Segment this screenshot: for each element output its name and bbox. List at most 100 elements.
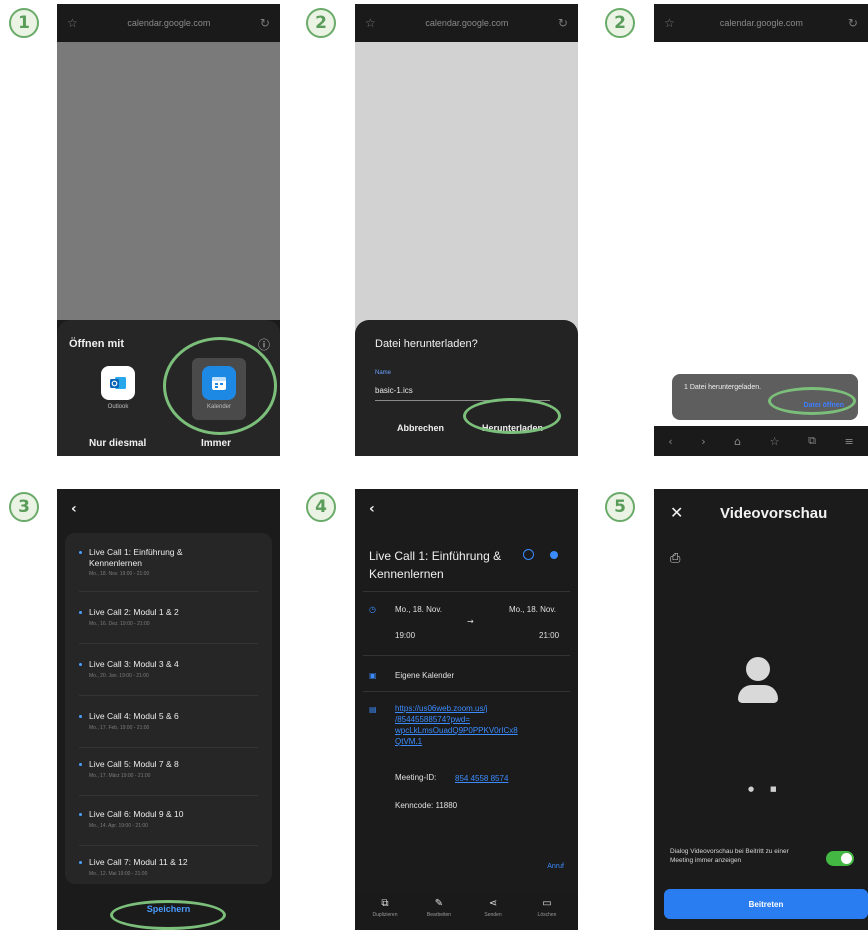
- forward-icon[interactable]: ›: [701, 435, 705, 448]
- filename-label: Name: [375, 370, 392, 376]
- divider: [79, 695, 258, 696]
- toast-message: 1 Datei heruntergeladen.: [684, 384, 762, 391]
- event-date: Mo., 17. Feb. 19:00 - 21:00: [89, 725, 150, 731]
- web-viewport: [57, 42, 280, 320]
- bullet-icon: [79, 551, 82, 554]
- avatar-body: [738, 685, 778, 703]
- event-title: Live Call 1: Einführung & Kennenlernen: [369, 549, 502, 581]
- list-item[interactable]: Live Call 6: Modul 9 & 10 Mo., 14. Apr. …: [79, 809, 258, 853]
- back-icon[interactable]: ‹: [369, 501, 375, 517]
- meeting-id-label: Meeting-ID:: [395, 773, 437, 782]
- close-icon[interactable]: ✕: [670, 503, 683, 522]
- step-badge-5: 5: [605, 492, 635, 522]
- color-dot-icon: [550, 551, 558, 559]
- highlight-open-file: [768, 387, 856, 415]
- reload-icon[interactable]: ↻: [260, 16, 270, 30]
- meeting-link[interactable]: https://us06web.zoom.us/j /85445588574?p…: [395, 703, 518, 747]
- bullet-icon: [79, 611, 82, 614]
- list-item[interactable]: Live Call 4: Modul 5 & 6 Mo., 17. Feb. 1…: [79, 711, 258, 755]
- start-time: 19:00: [395, 631, 416, 640]
- bullet-icon: [79, 663, 82, 666]
- event-date: Mo., 20. Jan. 19:00 - 21:00: [89, 673, 149, 679]
- list-item[interactable]: Live Call 2: Modul 1 & 2 Mo., 16. Dez. 1…: [79, 607, 258, 651]
- back-icon[interactable]: ‹: [71, 501, 77, 517]
- home-icon[interactable]: ⌂: [734, 435, 741, 448]
- bookmark-icon[interactable]: ☆: [770, 435, 780, 448]
- filename-field[interactable]: basic-1.ics: [375, 386, 413, 395]
- event-title: Live Call 4: Modul 5 & 6: [89, 711, 179, 721]
- event-title: Live Call 3: Modul 3 & 4: [89, 659, 179, 669]
- delete-label: Löschen: [537, 912, 557, 918]
- video-icon[interactable]: ■: [770, 785, 777, 793]
- url-text[interactable]: calendar.google.com: [720, 18, 803, 28]
- menu-icon[interactable]: ≡: [844, 435, 853, 448]
- tabs-icon[interactable]: ⧉: [808, 434, 816, 448]
- phone-event-list: ‹ Live Call 1: Einführung & Kennenlernen…: [57, 489, 280, 930]
- event-list: Live Call 1: Einführung & Kennenlernen M…: [65, 533, 272, 884]
- star-icon[interactable]: ☆: [365, 16, 376, 30]
- browser-bar: ☆ calendar.google.com ↻: [355, 4, 578, 42]
- outlook-app-button[interactable]: [101, 366, 135, 400]
- meeting-link-line: wpcLkLmsOuadQ9P0PPKV0rICx8: [395, 726, 518, 735]
- delete-button[interactable]: ▭ Löschen: [525, 898, 569, 918]
- divider: [79, 795, 258, 796]
- phone-download-dialog: ☆ calendar.google.com ↻ Datei herunterla…: [355, 4, 578, 456]
- browser-bar: ☆ calendar.google.com ↻: [654, 4, 868, 42]
- reload-icon[interactable]: ↻: [848, 16, 858, 30]
- calendar-icon: ▣: [369, 671, 377, 680]
- step-badge-4: 4: [306, 492, 336, 522]
- outlook-icon: [110, 377, 126, 389]
- cancel-button[interactable]: Abbrechen: [397, 423, 444, 433]
- share-button[interactable]: ⋖ Senden: [471, 898, 515, 918]
- highlight-save: [110, 900, 226, 930]
- always-button[interactable]: Immer: [201, 438, 231, 449]
- event-date: Mo., 16. Dez. 19:00 - 21:00: [89, 621, 150, 627]
- camera-switch-icon[interactable]: ⎙: [670, 551, 680, 566]
- share-icon: ⋖: [488, 898, 498, 909]
- join-button[interactable]: Beitreten: [664, 889, 868, 919]
- star-icon[interactable]: ☆: [664, 16, 675, 30]
- divider: [79, 591, 258, 592]
- mic-icon[interactable]: ●: [748, 785, 754, 793]
- meeting-link-line: https://us06web.zoom.us/j: [395, 704, 488, 713]
- clock-icon: ◷: [369, 605, 376, 614]
- list-item[interactable]: Live Call 1: Einführung & Kennenlernen M…: [79, 547, 258, 592]
- bullet-icon: [79, 813, 82, 816]
- meeting-id-link[interactable]: 854 4558 8574: [455, 773, 508, 784]
- preview-toggle-label: Dialog Videovorschau bei Beitritt zu ein…: [670, 848, 789, 864]
- toggle-knob: [841, 853, 852, 864]
- divider: [79, 643, 258, 644]
- just-once-button[interactable]: Nur diesmal: [89, 438, 146, 449]
- share-label: Senden: [484, 912, 502, 918]
- url-text[interactable]: calendar.google.com: [425, 18, 508, 28]
- list-item[interactable]: Live Call 3: Modul 3 & 4 Mo., 20. Jan. 1…: [79, 659, 258, 703]
- action-bar: ⧉ Duplizieren ✎ Bearbeiten ⋖ Senden ▭ Lösche…: [355, 892, 578, 930]
- url-text[interactable]: calendar.google.com: [127, 18, 210, 28]
- phone-event-detail: ‹ Live Call 1: Einführung & Kennenlernen…: [355, 489, 578, 930]
- pencil-icon: ✎: [434, 898, 444, 909]
- edit-label: Bearbeiten: [426, 912, 452, 918]
- call-button[interactable]: Anruf: [547, 863, 564, 870]
- duplicate-button[interactable]: ⧉ Duplizieren: [363, 898, 407, 918]
- back-icon[interactable]: ‹: [668, 435, 672, 448]
- page-title: Videovorschau: [720, 505, 828, 522]
- web-viewport: [654, 42, 868, 426]
- list-item[interactable]: Live Call 5: Modul 7 & 8 Mo., 17. März 1…: [79, 759, 258, 803]
- edit-button[interactable]: ✎ Bearbeiten: [417, 898, 461, 918]
- event-date: Mo., 14. Apr. 19:00 - 21:00: [89, 823, 148, 829]
- star-icon[interactable]: ☆: [67, 16, 78, 30]
- reload-icon[interactable]: ↻: [558, 16, 568, 30]
- event-date: Mo., 18. Nov. 19:00 - 21:00: [89, 571, 150, 577]
- color-ring-icon[interactable]: [523, 549, 534, 560]
- avatar: [746, 657, 770, 681]
- list-item[interactable]: Live Call 7: Modul 11 & 12 Mo., 12. Mai …: [79, 857, 258, 887]
- dialog-title: Datei herunterladen?: [375, 338, 478, 350]
- preview-toggle[interactable]: [826, 851, 854, 866]
- step-badge-1: 1: [9, 8, 39, 38]
- event-title: Live Call 5: Modul 7 & 8: [89, 759, 179, 769]
- highlight-calendar: [163, 337, 277, 435]
- arrow-icon: →: [467, 617, 474, 626]
- browser-bar: ☆ calendar.google.com ↻: [57, 4, 280, 42]
- download-dialog: Datei herunterladen? Name basic-1.ics Ab…: [355, 320, 578, 456]
- trash-icon: ▭: [542, 898, 552, 909]
